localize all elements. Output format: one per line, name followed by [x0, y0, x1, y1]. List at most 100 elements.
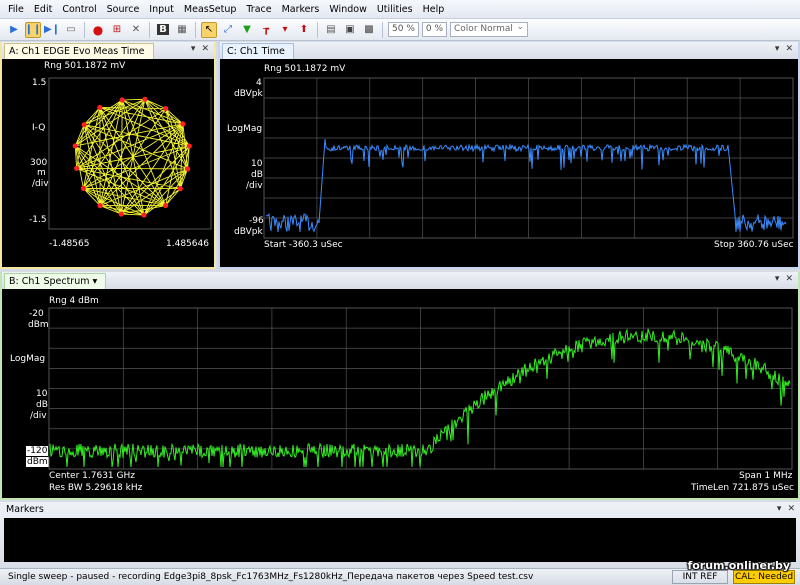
- menu-file[interactable]: File: [3, 0, 29, 19]
- iq-symbol-point: [119, 97, 125, 103]
- marker-down-button[interactable]: ▼: [239, 22, 255, 38]
- calibrate-icon: ✕: [131, 24, 141, 35]
- tab-iq[interactable]: A: Ch1 EDGE Evo Meas Time: [4, 43, 154, 59]
- panel-iq-tabstrip: A: Ch1 EDGE Evo Meas Time ▾ ✕: [2, 42, 214, 59]
- grid-icon: ▦: [177, 24, 187, 35]
- close-icon[interactable]: ✕: [201, 44, 209, 54]
- marker-peak-icon: ┲: [262, 24, 270, 35]
- menu-window[interactable]: Window: [324, 0, 371, 19]
- marker-next-button[interactable]: ⬆: [296, 22, 312, 38]
- toolbar-separator: [317, 21, 318, 38]
- percent-field-2[interactable]: 0 %: [421, 22, 448, 37]
- toolbar-separator: [149, 21, 150, 38]
- panel-iq-display[interactable]: Rng 501.1872 mV 1.5 I-Q 300 m /div -1.5 …: [2, 59, 214, 267]
- b-button[interactable]: B: [155, 22, 171, 38]
- panel-time-display[interactable]: Rng 501.1872 mV 4 dBVpk LogMag 10 dB /di…: [220, 59, 798, 267]
- iq-symbol-point: [184, 166, 191, 172]
- spectrum-trace-plot: [48, 307, 793, 470]
- watermark-text: forum.onliner.by: [687, 559, 790, 572]
- iq-symbol-point: [180, 121, 186, 127]
- toolbar-separator: [84, 21, 85, 38]
- chevron-down-icon[interactable]: ▾: [777, 504, 782, 514]
- trace-layout-icon: ▤: [326, 24, 336, 35]
- status-message: Single sweep - paused - recording Edge3p…: [8, 572, 534, 582]
- scope-button[interactable]: ▩: [361, 22, 377, 38]
- play-icon: ▶: [10, 24, 18, 35]
- marker-to-button[interactable]: ▾: [277, 22, 293, 38]
- menu-control[interactable]: Control: [57, 0, 101, 19]
- spectrum-trace-line: [49, 328, 791, 468]
- menu-source[interactable]: Source: [102, 0, 145, 19]
- panel-spectrum: B: Ch1 Spectrum ▾ ▾ ✕ Rng 4 dBm -20 dBm L…: [0, 272, 800, 500]
- zoom-icon: ⤢: [224, 24, 232, 35]
- menu-input[interactable]: Input: [144, 0, 179, 19]
- status-bar: Single sweep - paused - recording Edge3p…: [0, 568, 800, 585]
- iq-symbol-point: [80, 185, 87, 191]
- marker-down-icon: ▼: [243, 24, 251, 35]
- display-button[interactable]: ▣: [342, 22, 358, 38]
- iq-symbol-point: [141, 212, 147, 218]
- single-sweep-button[interactable]: ▶❙: [44, 22, 60, 38]
- panel-markers-buttons: ▾ ✕: [777, 504, 795, 514]
- iq-symbol-point: [142, 96, 148, 102]
- record-button[interactable]: ●: [90, 22, 106, 38]
- time-trace-plot: [263, 77, 794, 239]
- scope-icon: ▩: [364, 24, 374, 35]
- pointer-button[interactable]: ↖: [201, 21, 217, 38]
- panel-time-buttons: ▾ ✕: [775, 44, 793, 54]
- close-icon[interactable]: ✕: [785, 44, 793, 54]
- close-icon[interactable]: ✕: [785, 274, 793, 284]
- iq-symbol-point: [163, 105, 169, 112]
- markers-title: Markers: [6, 504, 44, 515]
- vsa-application: File Edit Control Source Input MeasSetup…: [0, 0, 800, 585]
- calibrate-button[interactable]: ✕: [128, 22, 144, 38]
- menu-edit[interactable]: Edit: [29, 0, 57, 19]
- tab-spectrum[interactable]: B: Ch1 Spectrum ▾: [4, 273, 107, 289]
- step-icon: ▶❙: [43, 24, 61, 35]
- toolbar: ▶ ❙❙ ▶❙ ▭ ● ⊞ ✕ B ▦ ↖ ⤢ ▼ ┲ ▾ ⬆ ▤ ▣ ▩ 50…: [0, 19, 800, 41]
- close-icon[interactable]: ✕: [787, 504, 795, 514]
- panel-time-tabstrip: C: Ch1 Time ▾ ✕: [220, 42, 798, 59]
- layout-button[interactable]: ▦: [174, 22, 190, 38]
- toolbar-separator: [382, 21, 383, 38]
- iq-symbol-point: [118, 211, 124, 217]
- meas-button[interactable]: ⊞: [109, 22, 125, 38]
- pause-icon: ❙❙: [24, 24, 42, 35]
- document-icon: ▭: [66, 24, 76, 35]
- int-ref-indicator[interactable]: INT REF: [672, 570, 728, 584]
- plot-frame: [48, 77, 212, 230]
- markers-table[interactable]: [4, 518, 796, 562]
- pause-button[interactable]: ❙❙: [24, 21, 42, 38]
- marker-to-icon: ▾: [282, 24, 288, 35]
- menu-help[interactable]: Help: [418, 0, 450, 19]
- menu-utilities[interactable]: Utilities: [372, 0, 418, 19]
- document-button[interactable]: ▭: [63, 22, 79, 38]
- color-mode-select[interactable]: Color Normal: [450, 21, 529, 37]
- play-button[interactable]: ▶: [6, 22, 22, 38]
- tab-spectrum-label: B: Ch1 Spectrum: [9, 276, 90, 287]
- panel-spectrum-tabstrip: B: Ch1 Spectrum ▾ ▾ ✕: [2, 272, 798, 289]
- tab-time[interactable]: C: Ch1 Time: [222, 43, 294, 59]
- trace-layout-button[interactable]: ▤: [323, 22, 339, 38]
- panel-markers: Markers ▾ ✕: [0, 502, 800, 566]
- marker-peak-button[interactable]: ┲: [258, 22, 274, 38]
- cal-needed-indicator[interactable]: CAL: Needed: [733, 570, 795, 584]
- panel-spectrum-buttons: ▾ ✕: [775, 274, 793, 284]
- zoom-button[interactable]: ⤢: [220, 22, 236, 38]
- chevron-down-icon[interactable]: ▾: [775, 274, 780, 284]
- chevron-down-icon[interactable]: ▾: [191, 44, 196, 54]
- b-icon: B: [157, 24, 169, 35]
- percent-field-1[interactable]: 50 %: [388, 22, 419, 37]
- chevron-down-icon[interactable]: ▾: [775, 44, 780, 54]
- menu-meassetup[interactable]: MeasSetup: [179, 0, 241, 19]
- iq-symbol-point: [97, 104, 103, 111]
- meas-icon: ⊞: [112, 24, 122, 35]
- iq-symbol-point: [186, 143, 192, 149]
- menu-bar: File Edit Control Source Input MeasSetup…: [0, 0, 800, 19]
- panel-spectrum-display[interactable]: Rng 4 dBm -20 dBm LogMag 10 dB /div -120…: [2, 289, 798, 498]
- iq-symbol-point: [81, 122, 87, 128]
- menu-markers[interactable]: Markers: [277, 0, 325, 19]
- panel-iq-buttons: ▾ ✕: [191, 44, 209, 54]
- iq-symbol-point: [177, 186, 183, 192]
- menu-trace[interactable]: Trace: [241, 0, 276, 19]
